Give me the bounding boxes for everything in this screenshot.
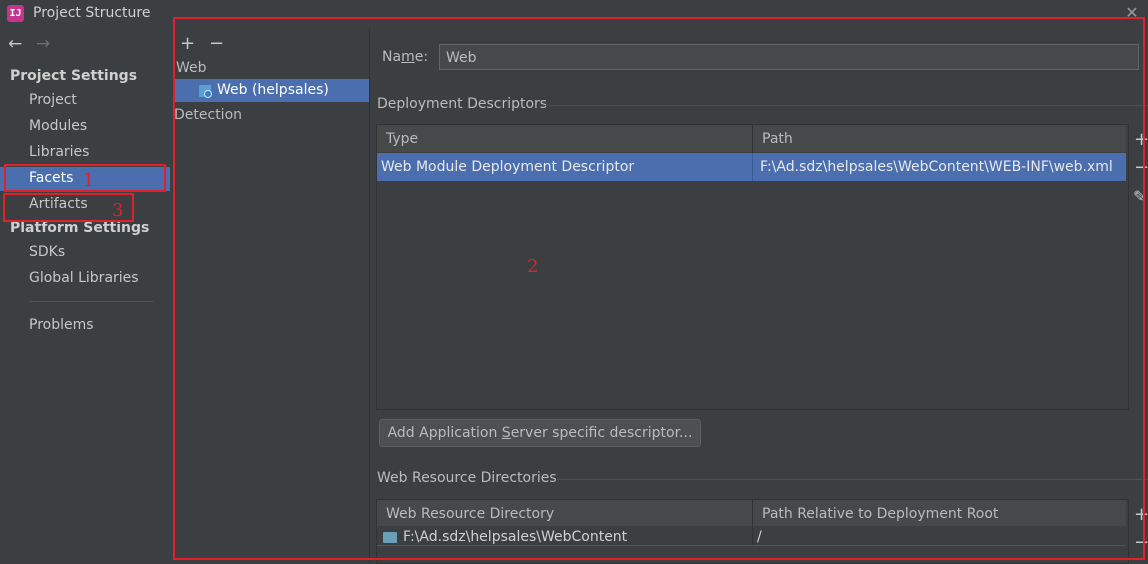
annotation-number-2: 2 — [527, 256, 539, 277]
nav-item-sdks[interactable]: SDKs — [29, 244, 65, 260]
settings-nav — [0, 28, 172, 562]
annotation-number-3: 3 — [112, 200, 124, 221]
nav-item-global-libraries[interactable]: Global Libraries — [29, 270, 139, 286]
window-title: Project Structure — [33, 5, 151, 21]
forward-arrow-icon[interactable]: → — [36, 34, 50, 54]
nav-item-project[interactable]: Project — [29, 92, 77, 108]
annotation-box-2 — [173, 17, 1145, 560]
nav-item-libraries[interactable]: Libraries — [29, 144, 89, 160]
nav-item-modules[interactable]: Modules — [29, 118, 87, 134]
platform-settings-header: Platform Settings — [10, 220, 150, 236]
intellij-app-icon: IJ — [7, 5, 24, 22]
project-settings-header: Project Settings — [10, 68, 138, 84]
back-arrow-icon[interactable]: ← — [8, 34, 22, 54]
nav-divider — [29, 301, 153, 302]
annotation-number-1: 1 — [83, 170, 95, 191]
nav-item-problems[interactable]: Problems — [29, 317, 94, 333]
